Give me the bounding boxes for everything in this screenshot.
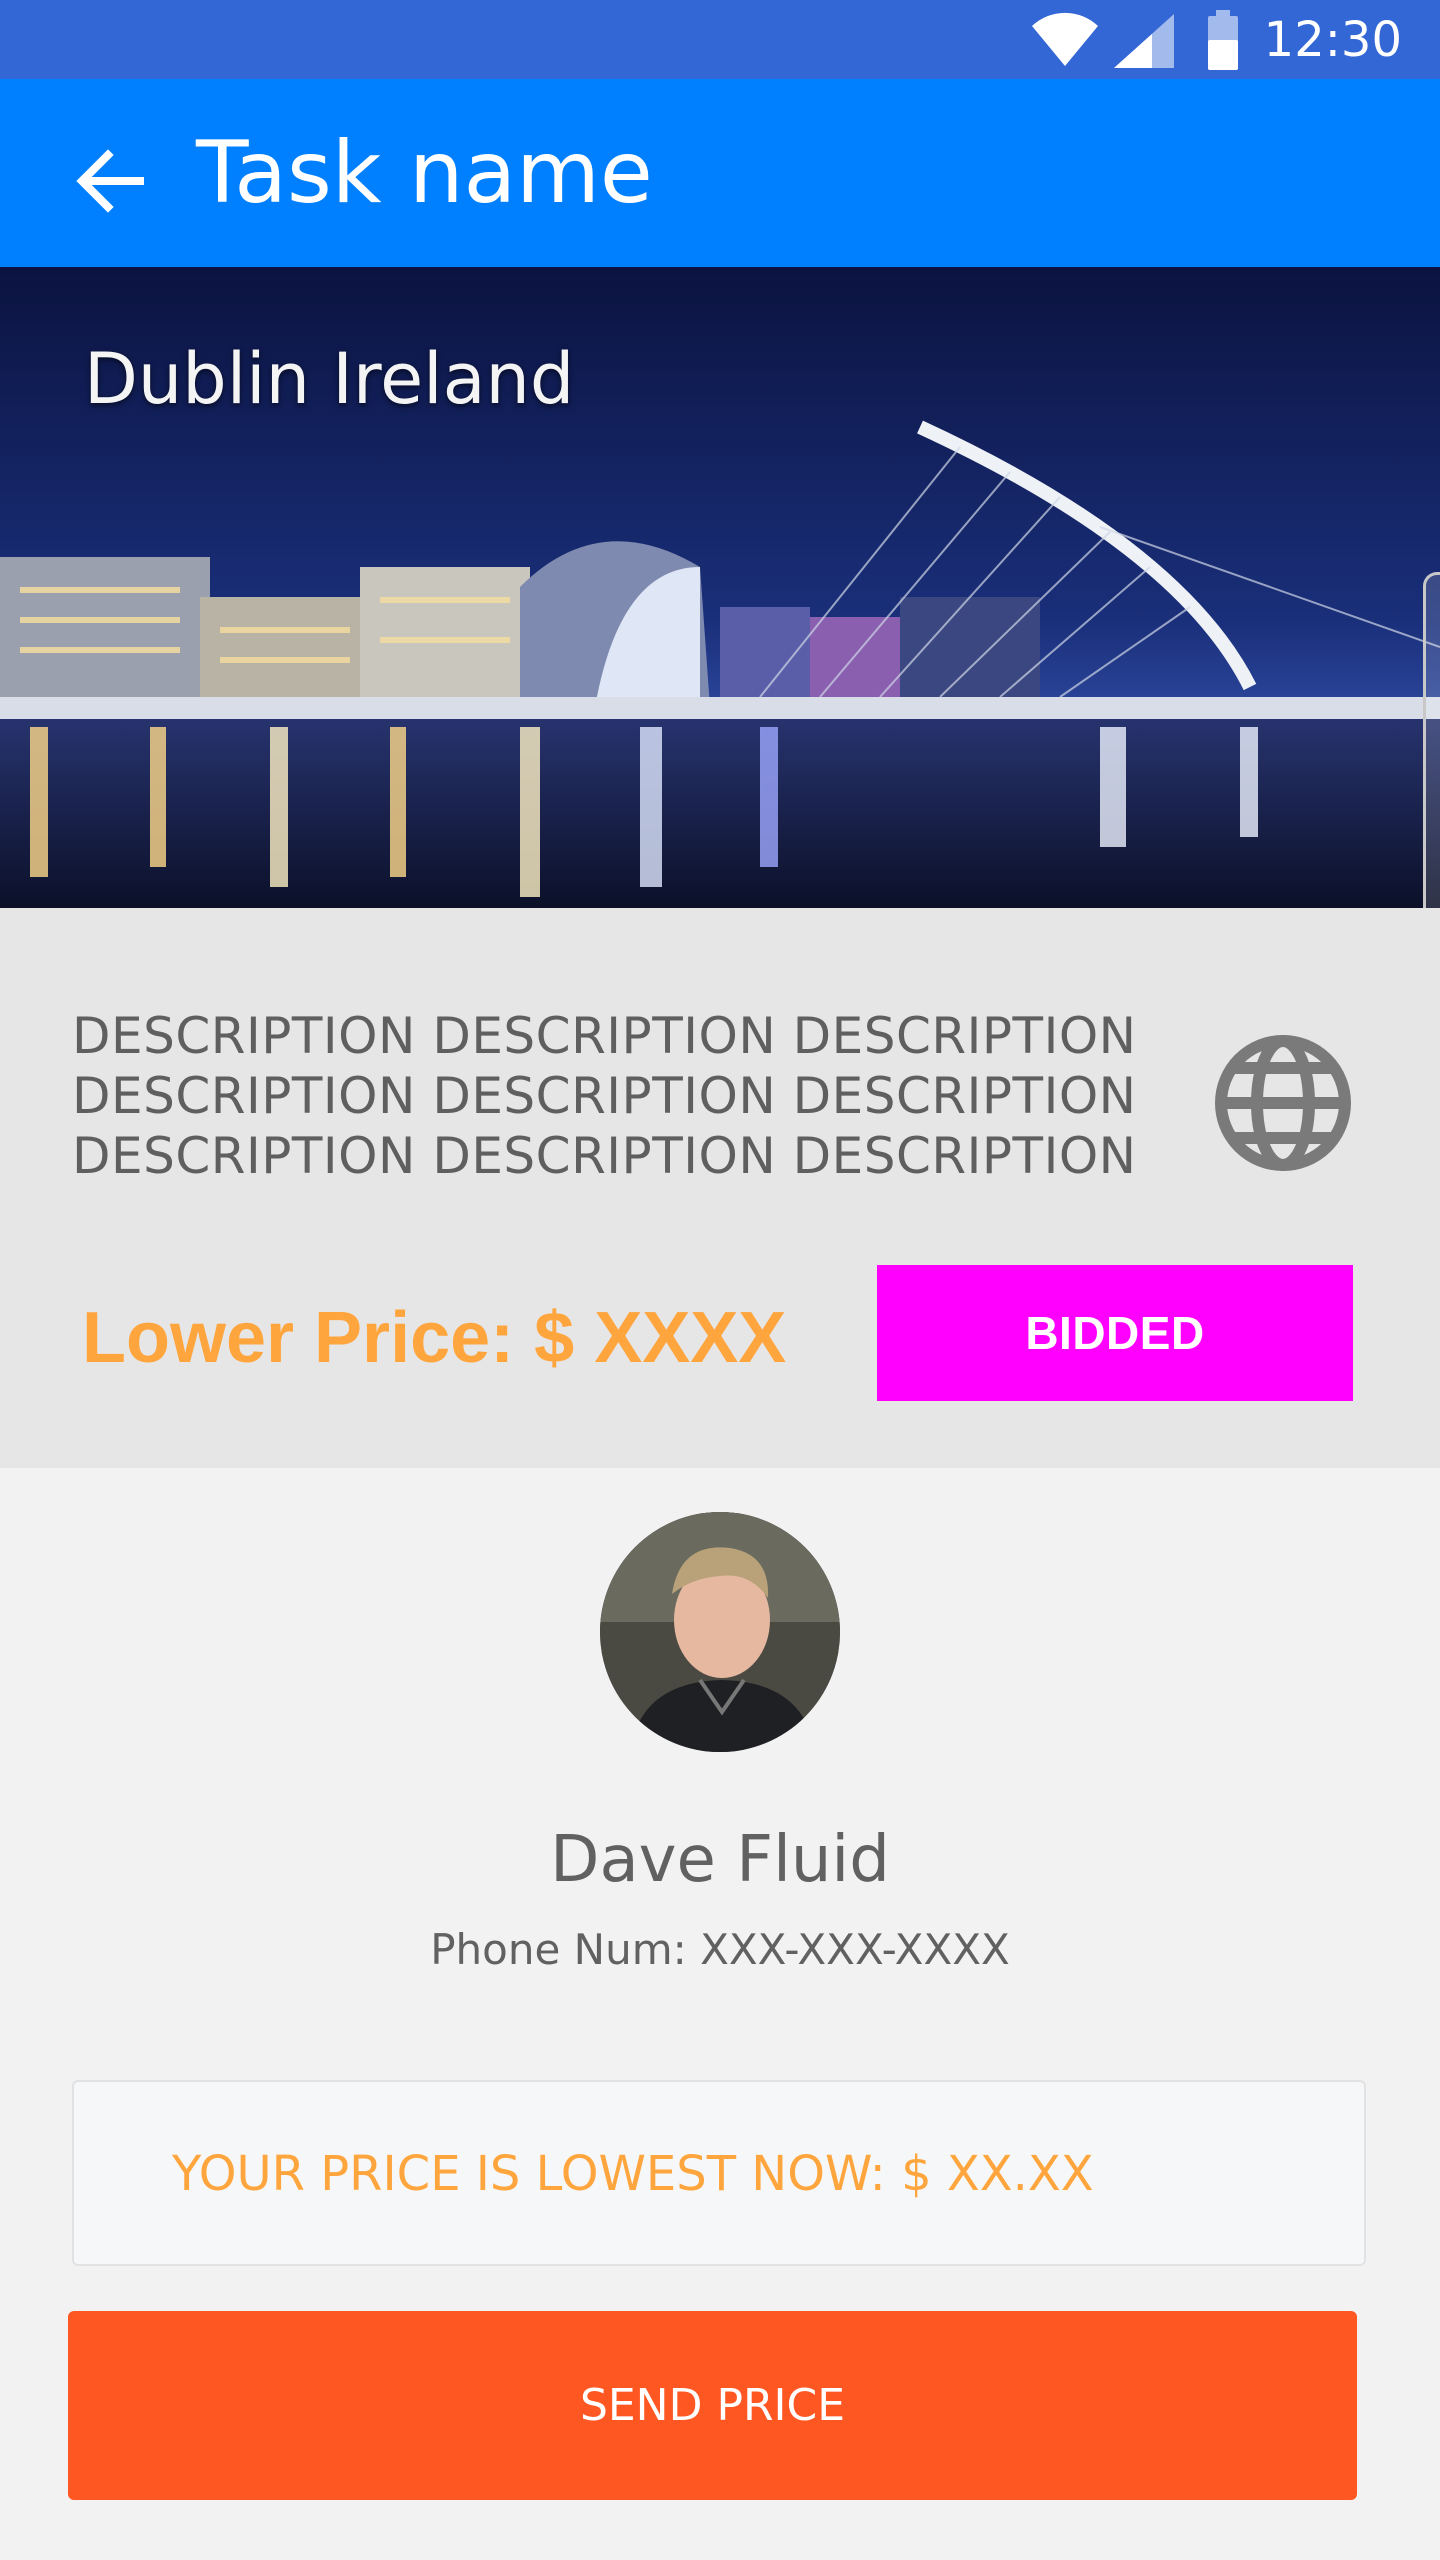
battery-icon: [1208, 10, 1238, 70]
wifi-icon: [1032, 12, 1098, 66]
page-title: Task name: [196, 123, 653, 223]
globe-icon[interactable]: [1208, 1028, 1358, 1178]
task-description: DESCRIPTION DESCRIPTION DESCRIPTION DESC…: [72, 1006, 1137, 1186]
back-arrow-icon[interactable]: [70, 141, 150, 221]
hero-caption: Dublin Ireland: [84, 338, 575, 420]
bidded-button[interactable]: BIDDED: [877, 1265, 1353, 1401]
app-bar: Task name: [0, 79, 1440, 267]
task-info-panel: DESCRIPTION DESCRIPTION DESCRIPTION DESC…: [0, 908, 1440, 1468]
send-price-button[interactable]: SEND PRICE: [68, 2311, 1357, 2500]
status-bar: 12:30: [0, 0, 1440, 79]
status-time: 12:30: [1263, 12, 1402, 68]
hero-image: Dublin Ireland: [0, 267, 1440, 908]
user-phone: Phone Num: XXX-XXX-XXXX: [430, 1925, 1010, 1974]
avatar: [600, 1512, 840, 1752]
user-name: Dave Fluid: [550, 1823, 890, 1897]
description-line: DESCRIPTION DESCRIPTION DESCRIPTION: [72, 1007, 1137, 1065]
price-notice: YOUR PRICE IS LOWEST NOW: $ XX.XX: [72, 2080, 1366, 2266]
price-notice-text: YOUR PRICE IS LOWEST NOW: $ XX.XX: [172, 2146, 1094, 2202]
lower-price: Lower Price: $ XXXX: [82, 1298, 787, 1378]
description-line: DESCRIPTION DESCRIPTION DESCRIPTION: [72, 1067, 1137, 1125]
signal-icon: [1114, 14, 1174, 68]
description-line: DESCRIPTION DESCRIPTION DESCRIPTION: [72, 1127, 1137, 1185]
